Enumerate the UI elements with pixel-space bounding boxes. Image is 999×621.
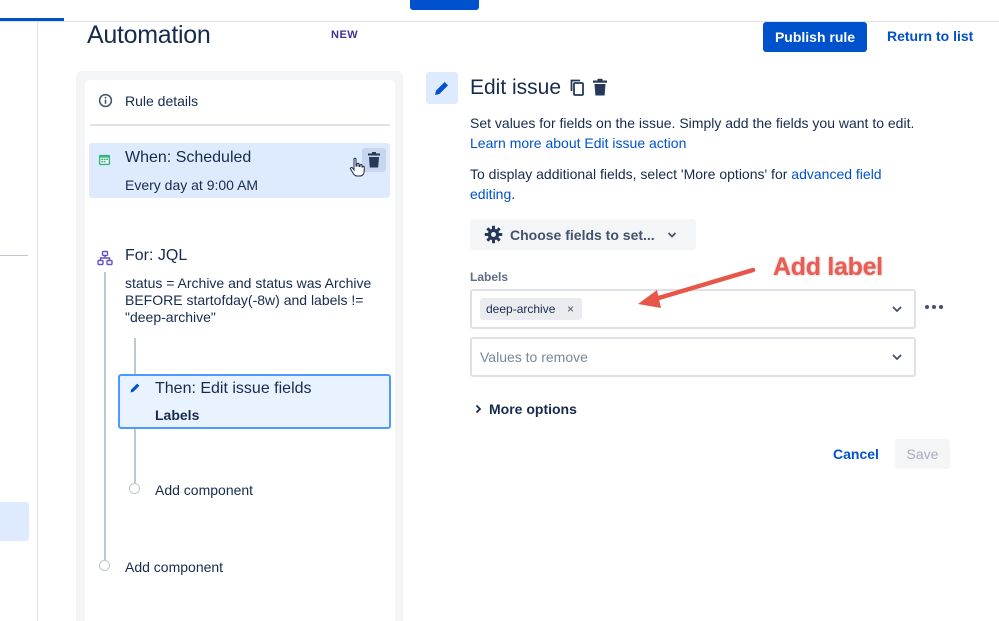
save-button[interactable]: Save — [895, 439, 950, 469]
add-component-button[interactable]: Add component — [155, 482, 253, 498]
chevron-down-icon — [667, 232, 677, 238]
more-actions-icon[interactable] — [924, 304, 944, 310]
description-text: To display additional fields, select 'Mo… — [470, 166, 788, 182]
action-field-summary: Labels — [155, 407, 200, 423]
new-badge: NEW — [331, 29, 359, 41]
branch-title: For: JQL — [125, 247, 188, 264]
labels-field-label: Labels — [470, 270, 509, 284]
chevron-down-icon[interactable] — [890, 304, 904, 314]
more-options-toggle[interactable]: More options — [489, 401, 577, 417]
annotation-arrow — [638, 267, 756, 308]
add-component-node[interactable] — [99, 560, 110, 571]
active-nav-indicator — [0, 18, 64, 21]
gear-icon — [484, 225, 503, 244]
copy-icon[interactable] — [568, 78, 586, 97]
cancel-button[interactable]: Cancel — [826, 439, 886, 469]
add-component-node[interactable] — [129, 483, 140, 494]
sidebar-item-selected[interactable] — [0, 502, 29, 541]
choose-fields-label[interactable]: Choose fields to set... — [510, 227, 655, 243]
description-text: Set values for fields on the issue. Simp… — [470, 115, 915, 131]
page-title: Automation — [87, 21, 211, 49]
flow-connector — [104, 272, 106, 568]
delete-trigger-button[interactable] — [362, 148, 386, 172]
remove-tag-button[interactable]: × — [567, 302, 574, 316]
add-component-button[interactable]: Add component — [125, 559, 223, 575]
trash-icon — [368, 152, 380, 168]
pencil-icon — [435, 81, 449, 95]
description-secondary: To display additional fields, select 'Mo… — [470, 164, 930, 204]
annotation-label: Add label — [772, 252, 883, 281]
component-heading: Edit issue — [470, 76, 562, 99]
chevron-down-icon[interactable] — [890, 352, 904, 362]
rule-details-label[interactable]: Rule details — [125, 93, 198, 109]
trigger-title: When: Scheduled — [125, 149, 252, 166]
hand-cursor-icon — [349, 157, 365, 177]
branch-icon — [97, 250, 113, 266]
action-title: Then: Edit issue fields — [155, 380, 312, 397]
chevron-right-icon[interactable] — [474, 404, 483, 414]
pencil-icon — [130, 383, 140, 393]
info-icon — [98, 93, 113, 108]
description-period: . — [511, 186, 516, 202]
label-tag-text: deep-archive — [486, 302, 556, 316]
branch-jql-query: status = Archive and status was Archive … — [125, 275, 372, 325]
divider — [90, 124, 390, 126]
edit-issue-icon-tile — [426, 72, 458, 104]
sidebar-divider — [0, 255, 28, 256]
top-navigation — [0, 0, 999, 22]
trash-icon[interactable] — [591, 78, 609, 97]
values-to-remove-placeholder: Values to remove — [480, 349, 588, 365]
return-to-list-link[interactable]: Return to list — [887, 28, 973, 44]
publish-rule-button[interactable]: Publish rule — [763, 22, 867, 52]
learn-more-link[interactable]: Learn more about Edit issue action — [470, 135, 686, 151]
description: Set values for fields on the issue. Simp… — [470, 113, 930, 153]
trigger-schedule: Every day at 9:00 AM — [125, 177, 259, 193]
calendar-icon — [98, 154, 111, 166]
left-sidebar — [0, 22, 38, 621]
create-button[interactable] — [410, 0, 479, 10]
